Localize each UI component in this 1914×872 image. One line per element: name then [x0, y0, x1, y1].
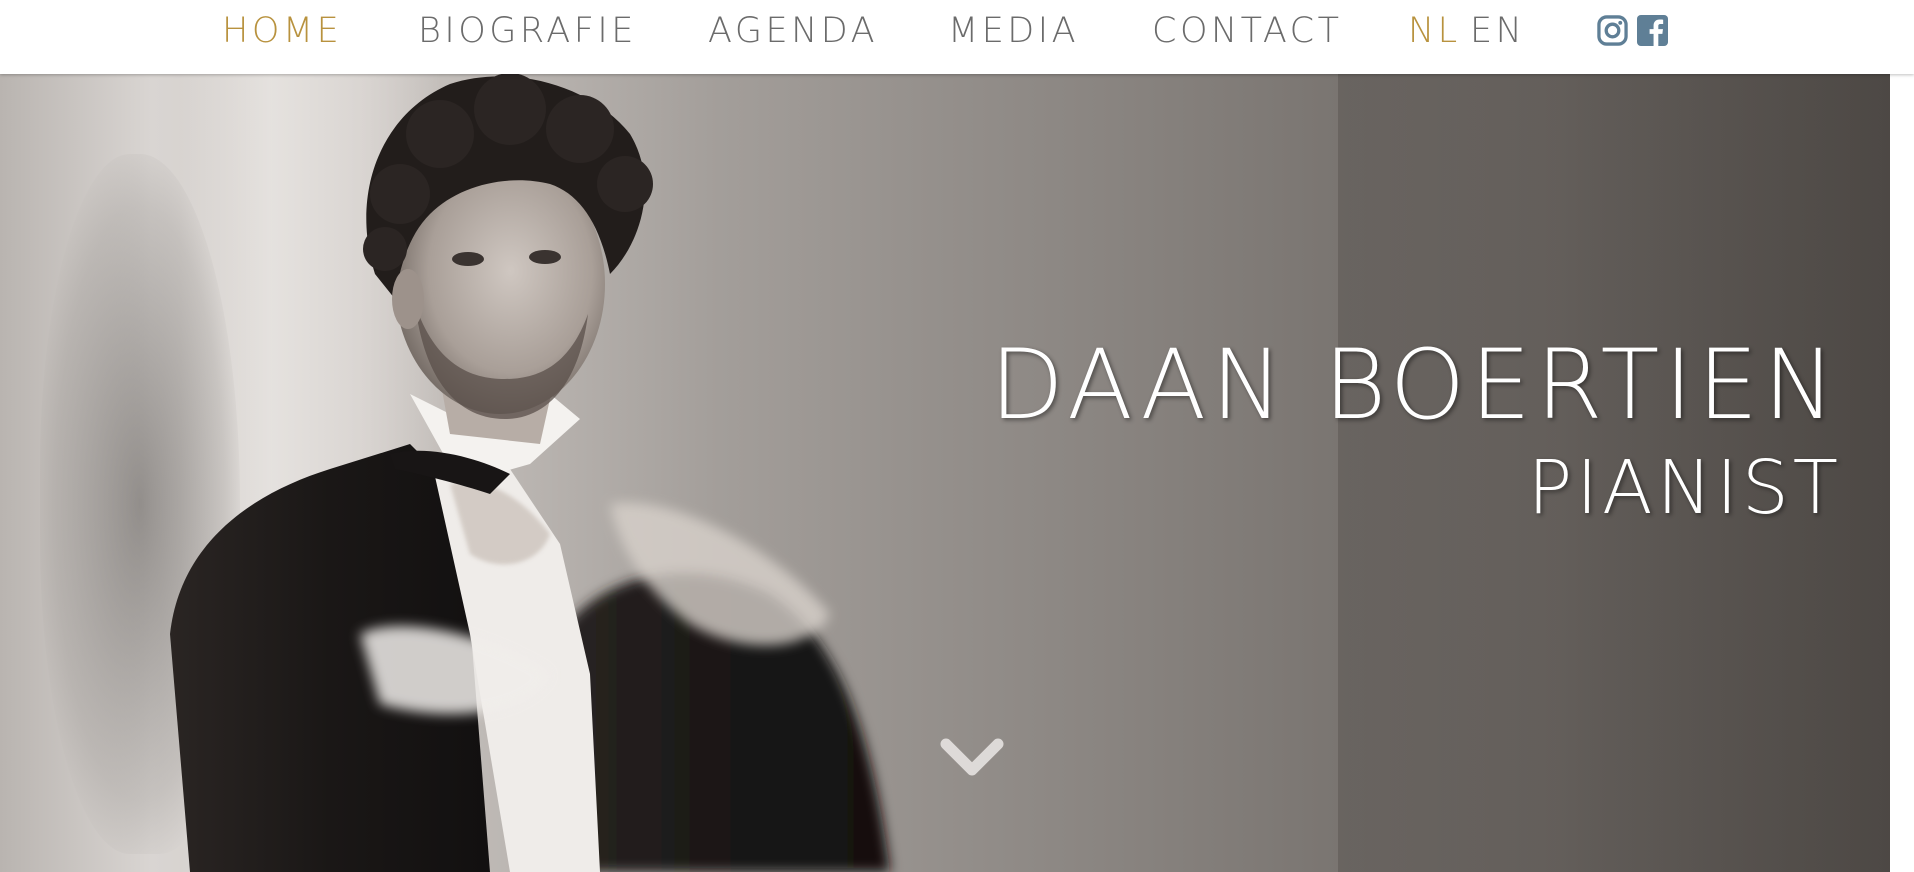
chevron-down-icon[interactable] [940, 736, 1004, 780]
hero-portrait-image [170, 74, 890, 872]
language-nl[interactable]: NL [1408, 10, 1461, 52]
nav-agenda[interactable]: AGENDA [708, 10, 878, 52]
facebook-icon[interactable] [1637, 15, 1668, 46]
page: HOME BIOGRAFIE AGENDA MEDIA CONTACT NL E… [0, 0, 1914, 872]
top-navigation: HOME BIOGRAFIE AGENDA MEDIA CONTACT NL E… [0, 0, 1914, 74]
nav-media[interactable]: MEDIA [948, 10, 1079, 52]
hero-name-title: DAAN BOERTIEN [989, 329, 1840, 441]
nav-home[interactable]: HOME [222, 10, 342, 52]
nav-contact[interactable]: CONTACT [1152, 10, 1342, 52]
language-en[interactable]: EN [1470, 10, 1525, 52]
nav-biografie[interactable]: BIOGRAFIE [418, 10, 637, 52]
instagram-icon[interactable] [1597, 15, 1628, 46]
hero-section: DAAN BOERTIEN PIANIST [0, 74, 1890, 872]
hero-subtitle: PIANIST [1527, 445, 1842, 531]
